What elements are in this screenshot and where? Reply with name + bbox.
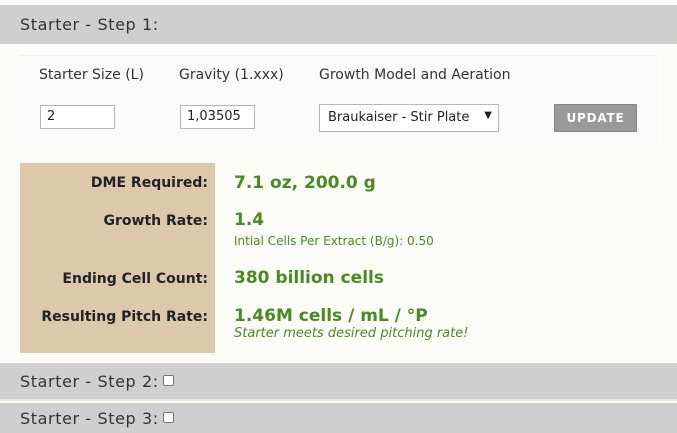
pitch-rate-value: 1.46M cells / mL / °P	[234, 306, 428, 326]
growth-model-select[interactable]: Braukaiser - Stir Plate ▼	[319, 104, 499, 132]
dme-required-value: 7.1 oz, 200.0 g	[234, 173, 376, 193]
update-button[interactable]: UPDATE	[554, 104, 637, 132]
initial-cells-note: Intial Cells Per Extract (B/g): 0.50	[234, 234, 434, 248]
growth-rate-value: 1.4	[234, 210, 265, 230]
step-2-title: Starter - Step 2:	[20, 371, 159, 391]
gravity-label: Gravity (1.xxx)	[179, 67, 284, 83]
starter-size-label: Starter Size (L)	[39, 67, 144, 83]
step-1-header[interactable]: Starter - Step 1:	[0, 5, 677, 44]
starter-results: DME Required: 7.1 oz, 200.0 g Growth Rat…	[20, 163, 490, 353]
pitch-rate-note: Starter meets desired pitching rate!	[234, 326, 469, 341]
gravity-input[interactable]: 1,03505	[180, 105, 255, 129]
growth-rate-label: Growth Rate:	[103, 213, 209, 229]
dme-required-label: DME Required:	[90, 175, 208, 191]
dropdown-arrow-icon: ▼	[484, 110, 492, 121]
step-3-checkbox[interactable]	[162, 412, 174, 423]
starter-size-input[interactable]: 2	[40, 105, 115, 129]
pitch-rate-label: Resulting Pitch Rate:	[41, 309, 208, 325]
starter-size-value: 2	[47, 109, 56, 124]
gravity-value: 1,03505	[187, 109, 241, 124]
update-button-label: UPDATE	[566, 111, 625, 125]
ending-cell-count-value: 380 billion cells	[234, 268, 384, 288]
step-2-header[interactable]: Starter - Step 2:	[0, 363, 677, 401]
step-1-title: Starter - Step 1:	[20, 15, 159, 34]
step-3-header[interactable]: Starter - Step 3:	[0, 403, 677, 433]
growth-model-selected: Braukaiser - Stir Plate	[328, 110, 470, 125]
growth-model-label: Growth Model and Aeration	[319, 67, 511, 83]
step-3-title: Starter - Step 3:	[20, 409, 159, 428]
step-2-checkbox[interactable]	[162, 374, 174, 386]
starter-inputs-panel: Starter Size (L) Gravity (1.xxx) Growth …	[20, 55, 658, 147]
ending-cell-count-label: Ending Cell Count:	[62, 271, 208, 287]
